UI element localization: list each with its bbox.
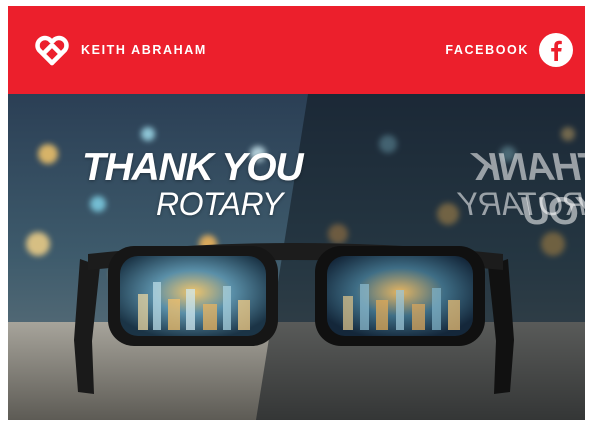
facebook-icon[interactable] (539, 33, 573, 67)
facebook-link[interactable]: FACEBOOK (445, 33, 573, 67)
glasses-city-photo (8, 94, 585, 420)
hero-headline: THANK YOU (82, 146, 304, 189)
hero-subheadline-reflection: ROTARY (459, 186, 585, 222)
brand-name: KEITH ABRAHAM (81, 43, 207, 57)
hero-image: THANK YOU ROTARY THANK YOU ROTARY (8, 94, 585, 420)
facebook-label[interactable]: FACEBOOK (445, 43, 529, 57)
email-banner: KEITH ABRAHAM FACEBOOK THANK YOU ROTARY … (8, 6, 585, 420)
brand[interactable]: KEITH ABRAHAM (32, 33, 207, 67)
hero-subheadline: ROTARY (156, 186, 283, 222)
header-bar: KEITH ABRAHAM FACEBOOK (8, 6, 585, 94)
heart-knot-logo (35, 35, 69, 66)
